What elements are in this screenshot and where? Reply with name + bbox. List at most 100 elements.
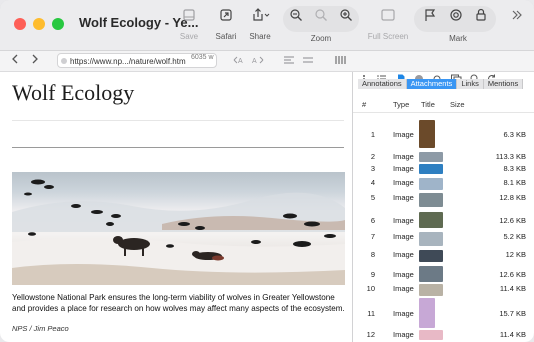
close-window-button[interactable] <box>14 18 26 30</box>
row-thumbnail <box>419 232 443 246</box>
thumbnail-image <box>419 152 443 162</box>
site-icon <box>61 58 67 64</box>
row-number: 4 <box>370 178 375 187</box>
thumbnail-image <box>419 250 443 262</box>
safari-button[interactable]: Safari <box>211 6 241 46</box>
target-icon <box>446 6 466 30</box>
divider <box>12 147 344 148</box>
font-larger-icon[interactable]: A <box>252 55 264 67</box>
zoom-out-icon <box>286 6 306 30</box>
divider <box>12 120 344 121</box>
row-type: Image <box>393 130 414 139</box>
share-label: Share <box>249 32 271 41</box>
row-thumbnail <box>419 330 443 340</box>
column-number[interactable]: # <box>362 100 366 109</box>
row-type: Image <box>393 216 414 225</box>
mark-label: Mark <box>449 34 467 43</box>
font-smaller-icon[interactable]: A <box>233 55 245 67</box>
row-size: 12.6 KB <box>499 216 526 225</box>
thumbnail-image <box>419 298 435 328</box>
thumbnail-image <box>419 212 443 228</box>
column-title[interactable]: Title <box>421 100 435 109</box>
row-thumbnail <box>419 266 443 282</box>
forward-button[interactable] <box>30 52 40 69</box>
svg-text:A: A <box>252 58 257 65</box>
save-label: Save <box>179 32 199 41</box>
columns-icon[interactable] <box>334 55 346 67</box>
row-size: 5.2 KB <box>503 232 526 241</box>
chevron-left-icon <box>12 54 18 64</box>
column-type[interactable]: Type <box>393 100 409 109</box>
article-heading: Wolf Ecology <box>12 80 135 105</box>
panel-tabs: Annotations Attachments Links Mentions <box>358 79 524 89</box>
photo-credit: NPS / Jim Peaco <box>12 324 69 333</box>
photo-caption: Yellowstone National Park ensures the lo… <box>12 293 345 313</box>
row-thumbnail <box>419 298 435 328</box>
wolves-and-ravens-image <box>12 179 345 285</box>
lock-icon <box>471 6 491 30</box>
flag-icon <box>420 6 440 30</box>
magnifier-icon <box>311 6 331 30</box>
row-size: 12.8 KB <box>499 193 526 202</box>
row-size: 15.7 KB <box>499 309 526 318</box>
row-size: 12.6 KB <box>499 270 526 279</box>
row-number: 9 <box>370 270 375 279</box>
full-screen-label: Full Screen <box>367 32 409 41</box>
thumbnail-image <box>419 266 443 282</box>
minimize-window-button[interactable] <box>33 18 45 30</box>
row-type: Image <box>393 232 414 241</box>
row-number: 3 <box>370 164 375 173</box>
tab-annotations[interactable]: Annotations <box>358 79 407 89</box>
back-button[interactable] <box>10 52 20 69</box>
row-type: Image <box>393 284 414 293</box>
line-spacing-icon[interactable] <box>302 55 314 67</box>
row-thumbnail <box>419 250 443 262</box>
thumbnail-image <box>419 193 443 207</box>
more-toolbar-button[interactable] <box>506 6 528 46</box>
row-type: Image <box>393 152 414 161</box>
row-size: 113.3 KB <box>495 152 526 161</box>
row-thumbnail <box>419 212 443 228</box>
row-type: Image <box>393 330 414 339</box>
align-icon[interactable] <box>283 55 295 67</box>
tab-mentions[interactable]: Mentions <box>483 79 524 89</box>
column-size[interactable]: Size <box>450 100 465 109</box>
row-thumbnail <box>419 164 443 174</box>
row-number: 8 <box>370 250 375 259</box>
row-number: 1 <box>370 130 375 139</box>
row-number: 10 <box>366 284 375 293</box>
tab-attachments[interactable]: Attachments <box>406 79 458 89</box>
row-size: 11.4 KB <box>499 284 526 293</box>
row-type: Image <box>393 250 414 259</box>
save-icon <box>176 6 202 30</box>
zoom-window-button[interactable] <box>52 18 64 30</box>
mark-label-wrap: Mark <box>441 34 475 46</box>
title-bar: Wolf Ecology - Ye... Save Safari Share Z… <box>0 0 534 51</box>
thumbnail-image <box>419 164 443 174</box>
url-text: https://www.np.../nature/wolf.htm <box>70 57 186 66</box>
row-type: Image <box>393 164 414 173</box>
flag-button[interactable] <box>420 6 440 46</box>
row-type: Image <box>393 193 414 202</box>
open-in-safari-icon <box>211 6 241 30</box>
full-screen-icon <box>366 6 410 30</box>
row-number: 6 <box>370 216 375 225</box>
row-number: 5 <box>370 193 375 202</box>
tab-links[interactable]: Links <box>457 79 484 89</box>
row-thumbnail <box>419 178 443 190</box>
article-view: Wolf Ecology Yellowstone National Park e… <box>0 72 352 342</box>
row-size: 8.3 KB <box>503 164 526 173</box>
thumbnail-image <box>419 120 435 148</box>
row-type: Image <box>393 178 414 187</box>
row-number: 2 <box>370 152 375 161</box>
word-count: 6035 w <box>191 54 214 61</box>
row-thumbnail <box>419 152 443 162</box>
thumbnail-image <box>419 284 443 296</box>
share-button[interactable]: Share <box>245 6 275 46</box>
row-thumbnail <box>419 120 435 148</box>
full-screen-button[interactable]: Full Screen <box>366 6 410 46</box>
zoom-label-wrap: Zoom <box>301 34 341 46</box>
app-window: Wolf Ecology - Ye... Save Safari Share Z… <box>0 0 534 342</box>
save-button[interactable]: Save <box>176 6 202 46</box>
row-size: 12 KB <box>505 250 526 259</box>
